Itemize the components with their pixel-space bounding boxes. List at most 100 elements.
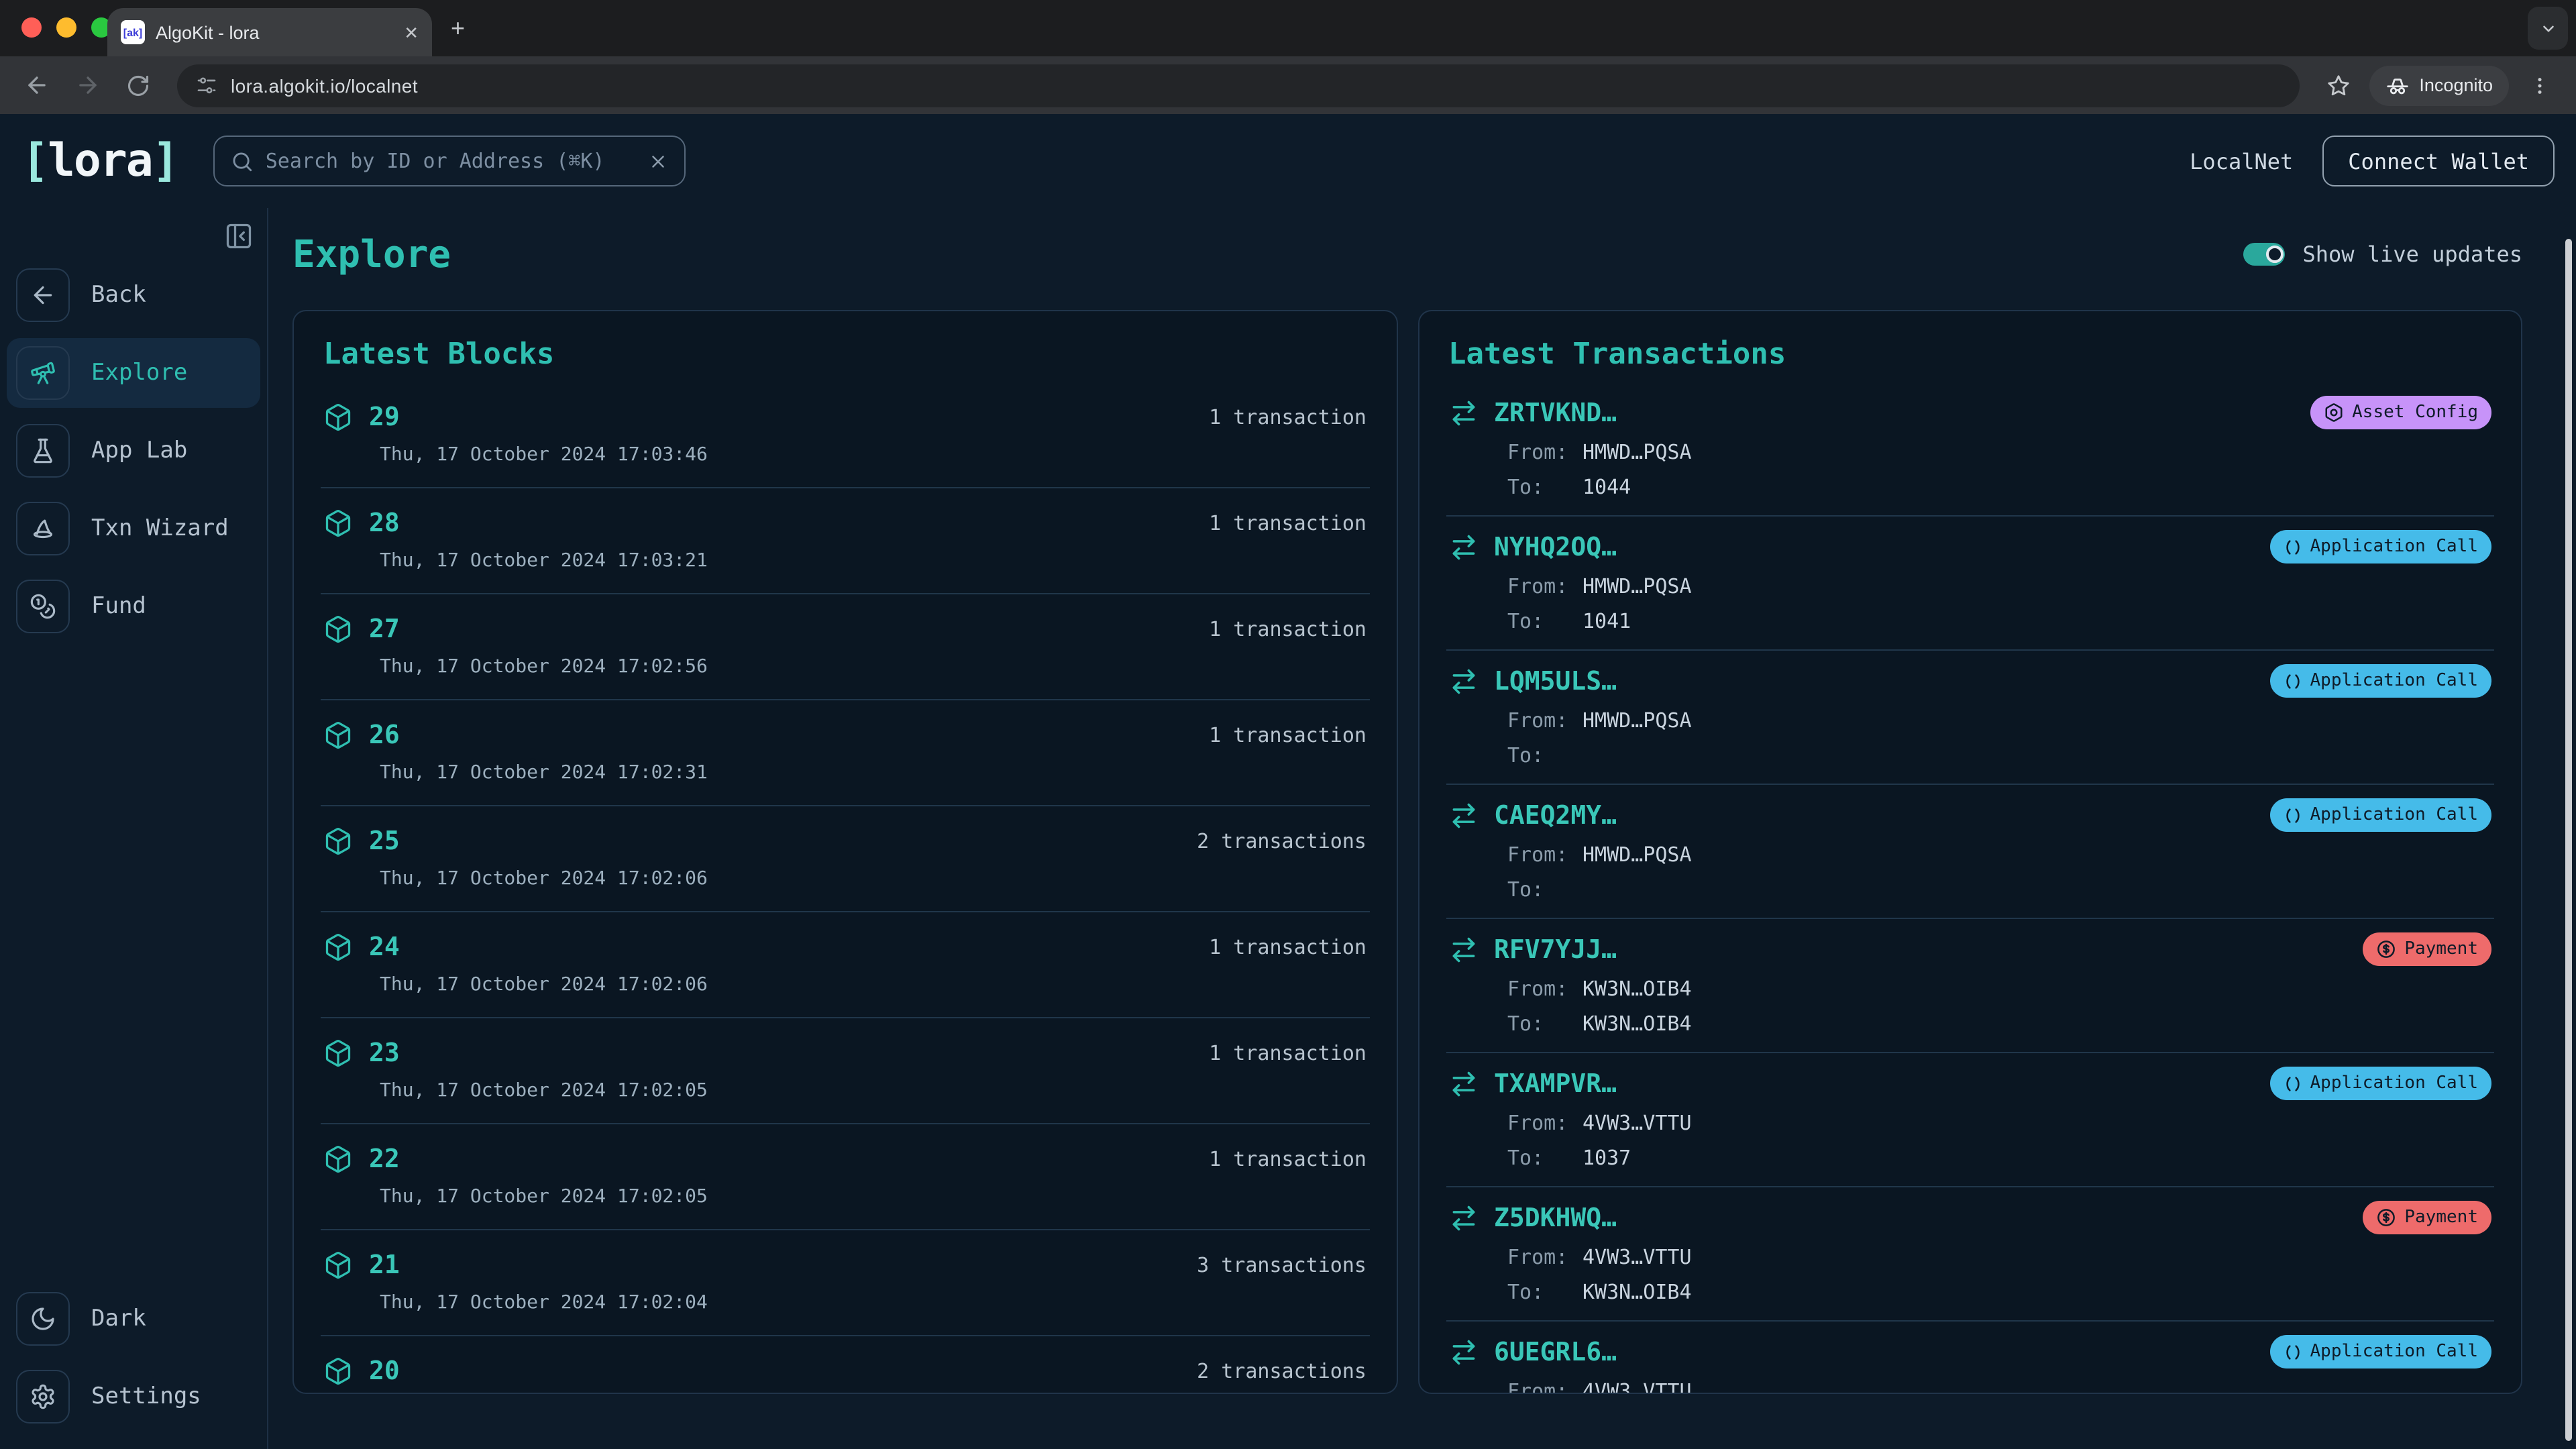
search-icon [233,152,252,171]
network-selector[interactable]: LocalNet [2190,148,2293,174]
transaction-id[interactable]: CAEQ2MY… [1494,800,1617,830]
transaction-row-header: NYHQ2OQ… Application Call [1448,530,2491,564]
block-number[interactable]: 27 [369,614,400,644]
transaction-type-badge: Asset Config [2310,396,2491,429]
sidebar-item-label: Explore [91,360,188,386]
sidebar-item-back[interactable]: Back [7,260,260,330]
transaction-row[interactable]: LQM5ULS… Application Call From: HMWD…PQSA To… [1446,651,2494,785]
block-timestamp: Thu, 17 October 2024 17:02:06 [380,868,708,890]
transaction-row[interactable]: 6UEGRL6…Application CallFrom:4VW3…VTTUTo… [1446,1322,2494,1393]
block-row[interactable]: 29 1 transaction Thu, 17 October 2024 17:0… [321,382,1369,488]
clear-search-icon[interactable] [648,151,668,171]
transaction-type-badge: Application Call [2269,1067,2491,1100]
block-timestamp: Thu, 17 October 2024 17:03:46 [380,444,708,466]
sidebar-item-theme-dark[interactable]: Dark [7,1284,260,1354]
transaction-to-label: To: [1507,877,1544,902]
block-number[interactable]: 21 [369,1250,400,1280]
transaction-icon [1452,936,1474,962]
sidebar-item-fund[interactable]: Fund [7,572,260,641]
incognito-badge: Incognito [2369,65,2509,105]
tab-search-chevron-button[interactable] [2528,7,2568,50]
block-number[interactable]: 24 [369,932,400,962]
block-number[interactable]: 22 [369,1144,400,1174]
block-row[interactable]: 25 2 transactions Thu, 17 October 2024 17:… [321,806,1369,912]
transaction-id[interactable]: NYHQ2OQ… [1494,532,1617,561]
transaction-id[interactable]: LQM5ULS… [1494,666,1617,696]
transaction-row[interactable]: NYHQ2OQ… Application Call From: HMWD…PQSA To… [1446,517,2494,651]
search-input[interactable] [265,149,636,173]
transaction-to: To: 1044 [1507,475,2491,499]
connect-wallet-button[interactable]: Connect Wallet [2322,136,2555,186]
block-row[interactable]: 23 1 transaction Thu, 17 October 2024 17:0… [321,1018,1369,1124]
sidebar-item-explore[interactable]: Explore [7,338,260,408]
application-call-icon [2286,808,2300,822]
asset-config-icon [2325,403,2343,422]
sidebar: Back Explore App Lab Txn Wizard Fund Dar… [0,208,268,1449]
global-search[interactable] [213,136,686,186]
chevron-down-icon [2542,25,2553,32]
block-number[interactable]: 23 [369,1038,400,1068]
transaction-row[interactable]: TXAMPVR… Application Call From: 4VW3…VTTU To… [1446,1053,2494,1187]
address-bar[interactable]: lora.algokit.io/localnet [177,64,2300,107]
transaction-id[interactable]: Z5DKHWQ… [1494,1203,1617,1232]
transaction-to-label: To: [1507,1280,1544,1304]
browser-menu-button[interactable] [2520,65,2560,105]
transaction-row[interactable]: Z5DKHWQ… Payment From: 4VW3…VTTU To: KW3N…OIB… [1446,1187,2494,1322]
block-row[interactable]: 21 3 transactions Thu, 17 October 2024 17:… [321,1230,1369,1336]
forward-button[interactable] [67,65,107,105]
transaction-id[interactable]: 6UEGRL6… [1494,1337,1617,1366]
live-updates-toggle[interactable] [2243,242,2286,265]
block-number[interactable]: 20 [369,1356,400,1386]
transaction-id[interactable]: ZRTVKND… [1494,398,1617,427]
site-info-icon[interactable] [196,74,217,96]
block-row-header: 22 1 transaction [323,1144,1366,1174]
block-transaction-count: 1 transaction [1209,935,1366,959]
three-dot-menu-icon [2538,77,2542,93]
transaction-type-label: Application Call [2310,1073,2478,1093]
back-button[interactable] [16,65,56,105]
block-row[interactable]: 28 1 transaction Thu, 17 October 2024 17:0… [321,488,1369,594]
block-timestamp: Thu, 17 October 2024 17:02:31 [380,762,708,784]
sidebar-item-label: App Lab [91,437,188,464]
block-number[interactable]: 25 [369,826,400,856]
block-row[interactable]: 24 1 transaction Thu, 17 October 2024 17:0… [321,912,1369,1018]
sidebar-item-txn-wizard[interactable]: Txn Wizard [7,494,260,564]
collapse-sidebar-icon[interactable] [224,221,254,251]
transaction-row[interactable]: RFV7YJJ… Payment From: KW3N…OIB4 To: KW3N…OIB… [1446,919,2494,1053]
transaction-id[interactable]: RFV7YJJ… [1494,934,1617,964]
bookmark-button[interactable] [2318,65,2359,105]
block-number[interactable]: 28 [369,508,400,538]
transaction-to-value: 1044 [1582,475,1631,499]
block-row[interactable]: 27 1 transaction Thu, 17 October 2024 17:0… [321,594,1369,700]
transaction-from: From: HMWD…PQSA [1507,574,2491,598]
block-timestamp: Thu, 17 October 2024 17:02:56 [380,656,708,678]
transaction-type-badge: Application Call [2269,798,2491,832]
block-number[interactable]: 26 [369,720,400,750]
block-row-header: 21 3 transactions [323,1250,1366,1280]
transaction-to: To: KW3N…OIB4 [1507,1280,2491,1304]
browser-tab[interactable]: [ak] AlgoKit - lora ✕ [107,8,432,56]
transaction-row[interactable]: CAEQ2MY… Application Call From: HMWD…PQSA To… [1446,785,2494,919]
block-number[interactable]: 29 [369,402,400,432]
page-scrollbar[interactable] [2565,239,2572,1441]
block-row[interactable]: 26 1 transaction Thu, 17 October 2024 17:0… [321,700,1369,806]
transaction-id[interactable]: TXAMPVR… [1494,1069,1617,1098]
transaction-row[interactable]: ZRTVKND… Asset Config From: HMWD…PQSA To: 104… [1446,382,2494,517]
close-window-button[interactable] [21,17,42,38]
new-tab-button[interactable]: + [451,16,465,40]
app-header: [lora] LocalNet Connect Wallet [0,114,2576,208]
tab-close-icon[interactable]: ✕ [404,23,419,41]
settings-icon-box [16,1370,70,1424]
sidebar-item-app-lab[interactable]: App Lab [7,416,260,486]
block-row[interactable]: 22 1 transaction Thu, 17 October 2024 17:0… [321,1124,1369,1230]
transaction-from: From: KW3N…OIB4 [1507,977,2491,1001]
lora-logo[interactable]: [lora] [21,134,180,188]
block-row[interactable]: 202 transactionsThu, 17 October 2024 17:… [321,1336,1369,1393]
sidebar-item-settings[interactable]: Settings [7,1362,260,1432]
block-row-header: 20 2 transactions [323,1356,1366,1386]
transaction-icon [1452,534,1474,559]
transaction-to-label: To: [1507,1146,1544,1170]
reload-button[interactable] [118,65,158,105]
minimize-window-button[interactable] [56,17,76,38]
live-updates-label: Show live updates [2302,241,2522,266]
